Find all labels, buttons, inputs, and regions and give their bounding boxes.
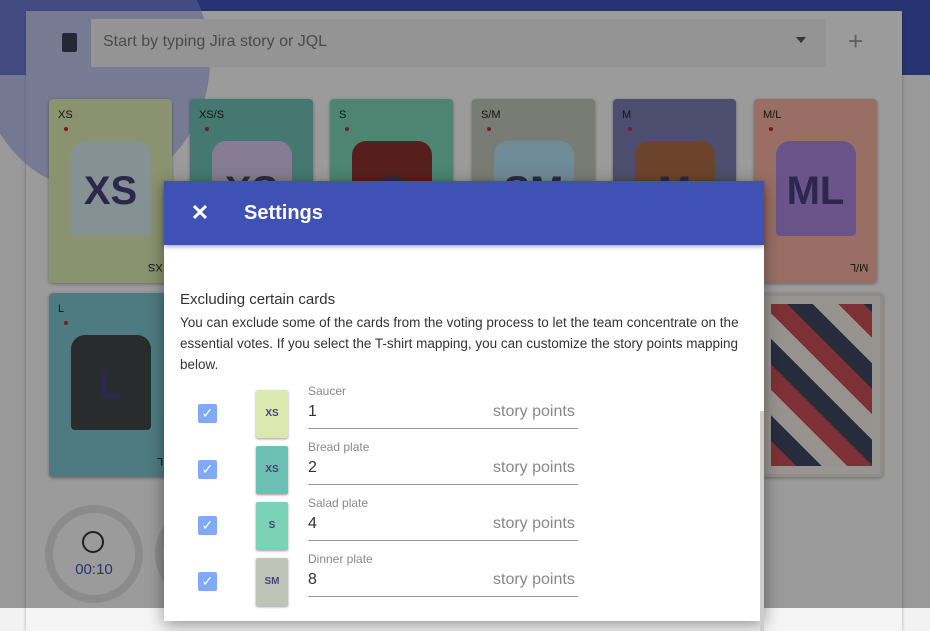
field-underline (308, 540, 578, 541)
field-underline (308, 596, 578, 597)
field-suffix: story points (493, 459, 575, 476)
dialog-header: ✕ Settings (164, 181, 764, 245)
card-thumbnail: XS (256, 446, 288, 494)
section-description: You can exclude some of the cards from t… (180, 315, 739, 372)
card-mapping-row: ✓ XS Bread plate 2 story points (164, 440, 764, 496)
section-title: Excluding certain cards (180, 291, 336, 308)
card-thumbnail: SM (256, 558, 288, 606)
include-checkbox[interactable]: ✓ (198, 572, 217, 591)
field-suffix: story points (493, 403, 575, 420)
field-label: Saucer (308, 384, 347, 398)
field-suffix: story points (493, 515, 575, 532)
card-thumbnail: XS (256, 390, 288, 438)
field-suffix: story points (493, 571, 575, 588)
field-underline (308, 428, 578, 429)
scrollbar[interactable] (760, 411, 764, 631)
story-points-input[interactable]: 8 (308, 571, 317, 589)
include-checkbox[interactable]: ✓ (198, 516, 217, 535)
card-mapping-row: ✓ SM Dinner plate 8 story points (164, 552, 764, 608)
story-points-input[interactable]: 2 (308, 459, 317, 477)
dialog-title: Settings (244, 201, 323, 224)
close-icon[interactable]: ✕ (164, 200, 236, 226)
include-checkbox[interactable]: ✓ (198, 404, 217, 423)
settings-dialog: ✕ Settings Excluding certain cards You c… (164, 181, 764, 631)
field-underline (308, 484, 578, 485)
card-thumbnail: S (256, 502, 288, 550)
field-label: Bread plate (308, 440, 370, 454)
card-mapping-row: ✓ XS Saucer 1 story points (164, 384, 764, 440)
field-label: Dinner plate (308, 552, 373, 566)
card-mapping-row: ✓ S Salad plate 4 story points (164, 496, 764, 552)
story-points-input[interactable]: 4 (308, 515, 317, 533)
story-points-input[interactable]: 1 (308, 403, 317, 421)
include-checkbox[interactable]: ✓ (198, 460, 217, 479)
field-label: Salad plate (308, 496, 369, 510)
